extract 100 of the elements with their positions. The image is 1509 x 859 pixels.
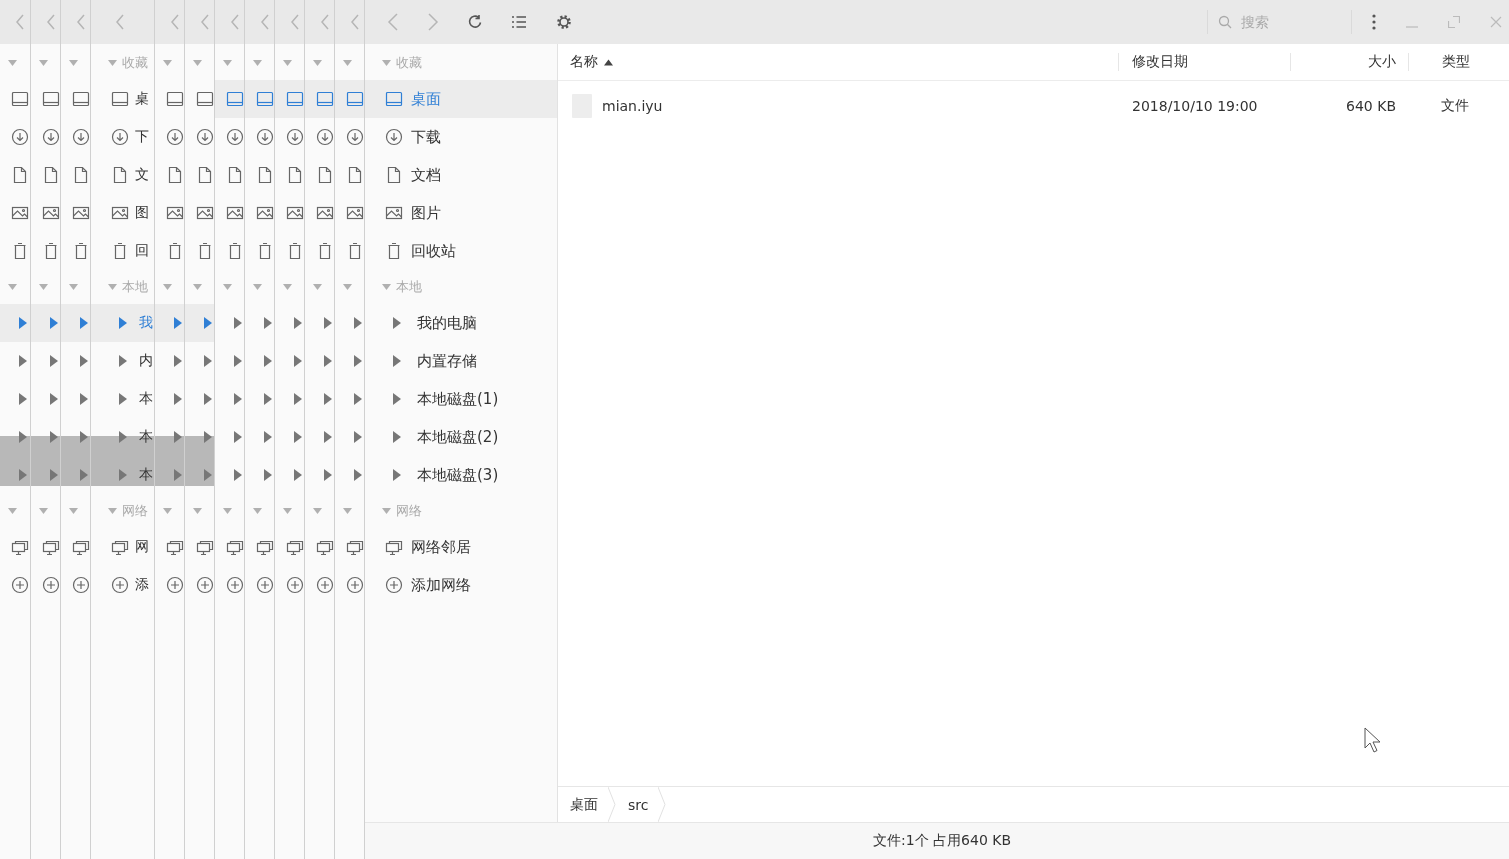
collapse-arrow-icon[interactable]	[382, 507, 391, 515]
image-icon	[316, 204, 334, 222]
download-icon	[166, 128, 184, 146]
collapse-arrow-icon[interactable]	[69, 507, 78, 515]
sidebar-item[interactable]: 文	[135, 166, 149, 184]
sidebar-item[interactable]: 文档	[365, 156, 557, 194]
breadcrumb-item[interactable]: src	[616, 796, 659, 813]
table-cell: 2018/10/10 19:00	[1132, 98, 1258, 114]
collapse-arrow-icon[interactable]	[223, 59, 232, 67]
collapse-arrow-icon[interactable]	[108, 283, 117, 291]
collapse-arrow-icon[interactable]	[39, 283, 48, 291]
file-name[interactable]: mian.iyu	[602, 98, 663, 114]
sidebar-item[interactable]: 下载	[365, 118, 557, 156]
sidebar-item[interactable]: 回收站	[365, 232, 557, 270]
expand-arrow-icon	[174, 431, 182, 443]
sidebar-item[interactable]: 下	[135, 128, 149, 146]
collapse-arrow-icon[interactable]	[39, 507, 48, 515]
collapse-arrow-icon[interactable]	[108, 59, 117, 67]
sidebar-item[interactable]: 内置存储	[365, 342, 557, 380]
breadcrumb-item[interactable]: 桌面	[558, 795, 608, 814]
collapse-arrow-icon[interactable]	[313, 507, 322, 515]
collapse-arrow-icon[interactable]	[253, 59, 262, 67]
collapse-arrow-icon[interactable]	[283, 283, 292, 291]
column-header[interactable]: 修改日期	[1118, 53, 1290, 71]
collapse-arrow-icon[interactable]	[8, 283, 17, 291]
document-icon	[111, 166, 129, 184]
collapse-arrow-icon[interactable]	[193, 507, 202, 515]
sidebar-item[interactable]: 网络邻居	[365, 528, 557, 566]
collapse-arrow-icon[interactable]	[313, 283, 322, 291]
search-field[interactable]: 搜索	[1239, 13, 1343, 31]
collapse-arrow-icon[interactable]	[382, 59, 391, 67]
expand-arrow-icon	[354, 317, 362, 329]
collapse-arrow-icon[interactable]	[223, 283, 232, 291]
sidebar-item[interactable]: 本	[139, 466, 153, 484]
sidebar-item[interactable]: 本地磁盘(1)	[365, 380, 557, 418]
monitor-icon	[316, 90, 334, 108]
collapse-arrow-icon[interactable]	[8, 507, 17, 515]
collapse-arrow-icon[interactable]	[343, 59, 352, 67]
collapse-arrow-icon[interactable]	[163, 283, 172, 291]
sidebar-item[interactable]: 本地磁盘(2)	[365, 418, 557, 456]
close-icon[interactable]	[1490, 16, 1502, 28]
expand-arrow-icon	[324, 317, 332, 329]
column-header[interactable]: 类型	[1408, 53, 1509, 71]
image-icon	[111, 204, 129, 222]
expand-arrow-icon	[119, 355, 127, 367]
sidebar-item[interactable]: 我的电脑	[365, 304, 557, 342]
column-header[interactable]: 大小	[1290, 53, 1408, 71]
expand-arrow-icon	[264, 393, 272, 405]
collapse-arrow-icon[interactable]	[163, 507, 172, 515]
expand-arrow-icon	[80, 469, 88, 481]
menu-icon[interactable]	[1372, 14, 1376, 30]
image-icon	[72, 204, 90, 222]
collapse-arrow-icon[interactable]	[253, 283, 262, 291]
expand-arrow-icon	[354, 393, 362, 405]
sidebar-item[interactable]: 本	[139, 428, 153, 446]
expand-arrow-icon	[119, 393, 127, 405]
collapse-arrow-icon[interactable]	[39, 59, 48, 67]
network-icon	[256, 538, 274, 556]
collapse-arrow-icon[interactable]	[343, 507, 352, 515]
collapse-arrow-icon[interactable]	[223, 507, 232, 515]
sidebar-item[interactable]: 本	[139, 390, 153, 408]
sidebar-item[interactable]: 添加网络	[365, 566, 557, 604]
expand-arrow-icon	[119, 469, 127, 481]
collapse-arrow-icon[interactable]	[343, 283, 352, 291]
sidebar-item[interactable]: 添	[135, 576, 149, 594]
sidebar-item[interactable]: 本地磁盘(3)	[365, 456, 557, 494]
sidebar-item[interactable]: 桌面	[365, 80, 557, 118]
sidebar-item[interactable]: 网	[135, 538, 149, 556]
collapse-arrow-icon[interactable]	[283, 507, 292, 515]
collapse-arrow-icon[interactable]	[253, 507, 262, 515]
sidebar-item[interactable]: 图	[135, 204, 149, 222]
document-icon	[72, 166, 90, 184]
maximize-icon[interactable]	[1448, 16, 1460, 28]
network-icon	[11, 538, 29, 556]
network-icon	[111, 538, 129, 556]
collapse-arrow-icon[interactable]	[163, 59, 172, 67]
image-icon	[11, 204, 29, 222]
sidebar-item[interactable]: 回	[135, 242, 149, 260]
collapse-arrow-icon[interactable]	[283, 59, 292, 67]
column-header[interactable]: 名称	[558, 53, 1118, 71]
monitor-icon	[72, 90, 90, 108]
monitor-icon	[286, 90, 304, 108]
list-view-icon[interactable]	[511, 14, 527, 30]
collapse-arrow-icon[interactable]	[69, 59, 78, 67]
collapse-arrow-icon[interactable]	[313, 59, 322, 67]
sidebar-item[interactable]: 我	[139, 314, 153, 332]
download-icon	[226, 128, 244, 146]
collapse-arrow-icon[interactable]	[8, 59, 17, 67]
collapse-arrow-icon[interactable]	[69, 283, 78, 291]
collapse-arrow-icon[interactable]	[382, 283, 391, 291]
sidebar-item[interactable]: 内	[139, 352, 153, 370]
download-icon	[111, 128, 129, 146]
refresh-icon[interactable]	[467, 14, 483, 30]
collapse-arrow-icon[interactable]	[193, 283, 202, 291]
collapse-arrow-icon[interactable]	[193, 59, 202, 67]
document-icon	[42, 166, 60, 184]
sidebar-item[interactable]: 桌	[135, 90, 149, 108]
settings-icon[interactable]	[555, 13, 573, 31]
collapse-arrow-icon[interactable]	[108, 507, 117, 515]
sidebar-item[interactable]: 图片	[365, 194, 557, 232]
